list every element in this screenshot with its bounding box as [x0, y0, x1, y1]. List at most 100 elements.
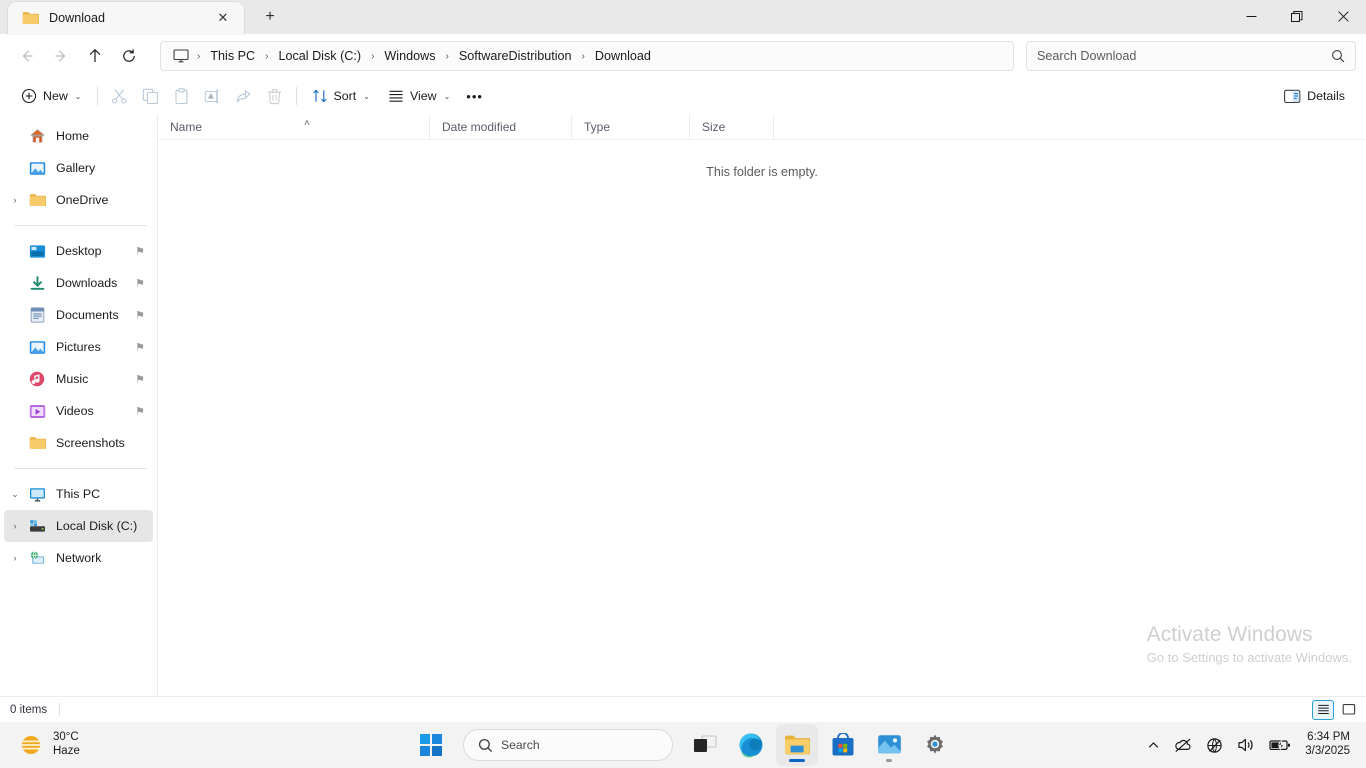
downloads-icon: [26, 274, 48, 292]
sidebar-item-videos[interactable]: Videos ⚑: [4, 395, 153, 427]
view-button[interactable]: View ⌄: [379, 81, 459, 111]
microsoft-store-button[interactable]: [823, 725, 863, 765]
sidebar-item-pictures[interactable]: Pictures ⚑: [4, 331, 153, 363]
chevron-right-icon[interactable]: ›: [4, 553, 26, 563]
onedrive-offline-icon[interactable]: [1168, 728, 1198, 762]
battery-charging-icon[interactable]: [1263, 728, 1297, 762]
settings-button[interactable]: [915, 725, 955, 765]
sidebar-item-this-pc[interactable]: ⌄ This PC: [4, 478, 153, 510]
file-explorer-button[interactable]: [777, 725, 817, 765]
desktop-icon: [26, 242, 48, 260]
clock[interactable]: 6:34 PM 3/3/2025: [1299, 731, 1358, 759]
close-tab-button[interactable]: ✕: [210, 6, 236, 30]
details-pane-button[interactable]: Details: [1275, 81, 1354, 111]
sidebar-divider: [14, 225, 147, 226]
column-header-date-modified[interactable]: Date modified: [430, 114, 572, 140]
pin-icon[interactable]: ⚑: [135, 405, 145, 418]
new-button[interactable]: New ⌄: [12, 81, 91, 111]
copy-button[interactable]: [135, 81, 166, 111]
sidebar-item-label: OneDrive: [56, 193, 108, 207]
paste-button[interactable]: [166, 81, 197, 111]
sort-button-label: Sort: [334, 89, 357, 103]
forward-button[interactable]: [44, 40, 78, 72]
item-count: 0 items: [10, 704, 47, 716]
pin-icon[interactable]: ⚑: [135, 309, 145, 322]
sidebar-item-music[interactable]: Music ⚑: [4, 363, 153, 395]
toolbar-divider: [97, 87, 98, 105]
tab-download[interactable]: Download ✕: [8, 2, 244, 34]
cut-button[interactable]: [104, 81, 135, 111]
taskbar-search-placeholder: Search: [501, 738, 540, 752]
column-headers: Name ˄ Date modified Type Size: [158, 114, 1366, 140]
navigation-pane: Home Gallery ›: [0, 114, 158, 696]
this-pc-icon: [167, 49, 195, 63]
edge-button[interactable]: [731, 725, 771, 765]
minimize-button[interactable]: [1228, 0, 1274, 33]
rename-icon: [204, 88, 221, 105]
sidebar-item-downloads[interactable]: Downloads ⚑: [4, 267, 153, 299]
pin-icon[interactable]: ⚑: [135, 277, 145, 290]
sidebar-item-label: Desktop: [56, 244, 101, 258]
breadcrumb-separator: ›: [263, 51, 270, 62]
sidebar-item-onedrive[interactable]: › OneDrive: [4, 184, 153, 216]
column-header-type[interactable]: Type: [572, 114, 690, 140]
copy-icon: [142, 88, 159, 105]
sidebar-item-gallery[interactable]: Gallery: [4, 152, 153, 184]
sidebar-item-label: Downloads: [56, 276, 117, 290]
taskbar-search-box[interactable]: Search: [463, 729, 673, 761]
show-hidden-icons-button[interactable]: [1141, 728, 1166, 762]
sidebar-item-network[interactable]: › Network: [4, 542, 153, 574]
view-toggle-group: [1312, 700, 1360, 720]
refresh-button[interactable]: [112, 40, 146, 72]
chevron-right-icon[interactable]: ›: [4, 521, 26, 531]
breadcrumb-separator: ›: [195, 51, 202, 62]
back-button[interactable]: [10, 40, 44, 72]
see-more-button[interactable]: •••: [459, 81, 490, 111]
share-button[interactable]: [228, 81, 259, 111]
column-header-size[interactable]: Size: [690, 114, 774, 140]
sidebar-item-local-disk-c[interactable]: › Local Disk (C:): [4, 510, 153, 542]
sidebar-item-label: This PC: [56, 487, 100, 501]
start-button[interactable]: [411, 725, 451, 765]
breadcrumb-softwaredistribution[interactable]: SoftwareDistribution: [451, 46, 580, 66]
breadcrumb-local-disk-c[interactable]: Local Disk (C:): [270, 46, 369, 66]
pin-icon[interactable]: ⚑: [135, 341, 145, 354]
task-view-button[interactable]: [685, 725, 725, 765]
sidebar-item-screenshots[interactable]: Screenshots: [4, 427, 153, 459]
up-button[interactable]: [78, 40, 112, 72]
breadcrumb-windows[interactable]: Windows: [376, 46, 443, 66]
sidebar-item-home[interactable]: Home: [4, 120, 153, 152]
breadcrumb-separator: ›: [444, 51, 451, 62]
chevron-right-icon[interactable]: ›: [4, 195, 26, 205]
maximize-restore-button[interactable]: [1274, 0, 1320, 33]
delete-button[interactable]: [259, 81, 290, 111]
column-header-label: Date modified: [442, 120, 516, 134]
home-icon: [26, 127, 48, 145]
search-box[interactable]: [1026, 41, 1356, 71]
file-list-area[interactable]: Name ˄ Date modified Type Size This fold…: [158, 114, 1366, 696]
music-icon: [26, 370, 48, 388]
rename-button[interactable]: [197, 81, 228, 111]
breadcrumb-download[interactable]: Download: [587, 46, 659, 66]
search-input[interactable]: [1037, 49, 1331, 63]
search-icon: [478, 738, 493, 753]
volume-icon[interactable]: [1231, 728, 1261, 762]
close-window-button[interactable]: [1320, 0, 1366, 33]
chevron-down-icon[interactable]: ⌄: [4, 489, 26, 500]
this-pc-icon: [26, 485, 48, 503]
pin-icon[interactable]: ⚑: [135, 245, 145, 258]
network-offline-icon[interactable]: [1200, 728, 1229, 762]
column-header-name[interactable]: Name ˄: [158, 114, 430, 140]
details-view-button[interactable]: [1312, 700, 1334, 720]
photos-button[interactable]: [869, 725, 909, 765]
large-icons-view-button[interactable]: [1338, 700, 1360, 720]
pin-icon[interactable]: ⚑: [135, 373, 145, 386]
breadcrumb-this-pc[interactable]: This PC: [202, 46, 263, 66]
sidebar-item-documents[interactable]: Documents ⚑: [4, 299, 153, 331]
address-breadcrumb-bar[interactable]: › This PC › Local Disk (C:) › Windows › …: [160, 41, 1014, 71]
sidebar-item-desktop[interactable]: Desktop ⚑: [4, 235, 153, 267]
weather-widget[interactable]: 30°C Haze: [8, 729, 90, 760]
new-tab-button[interactable]: +: [254, 3, 286, 31]
running-indicator: [886, 759, 892, 762]
sort-button[interactable]: Sort ⌄: [303, 81, 379, 111]
